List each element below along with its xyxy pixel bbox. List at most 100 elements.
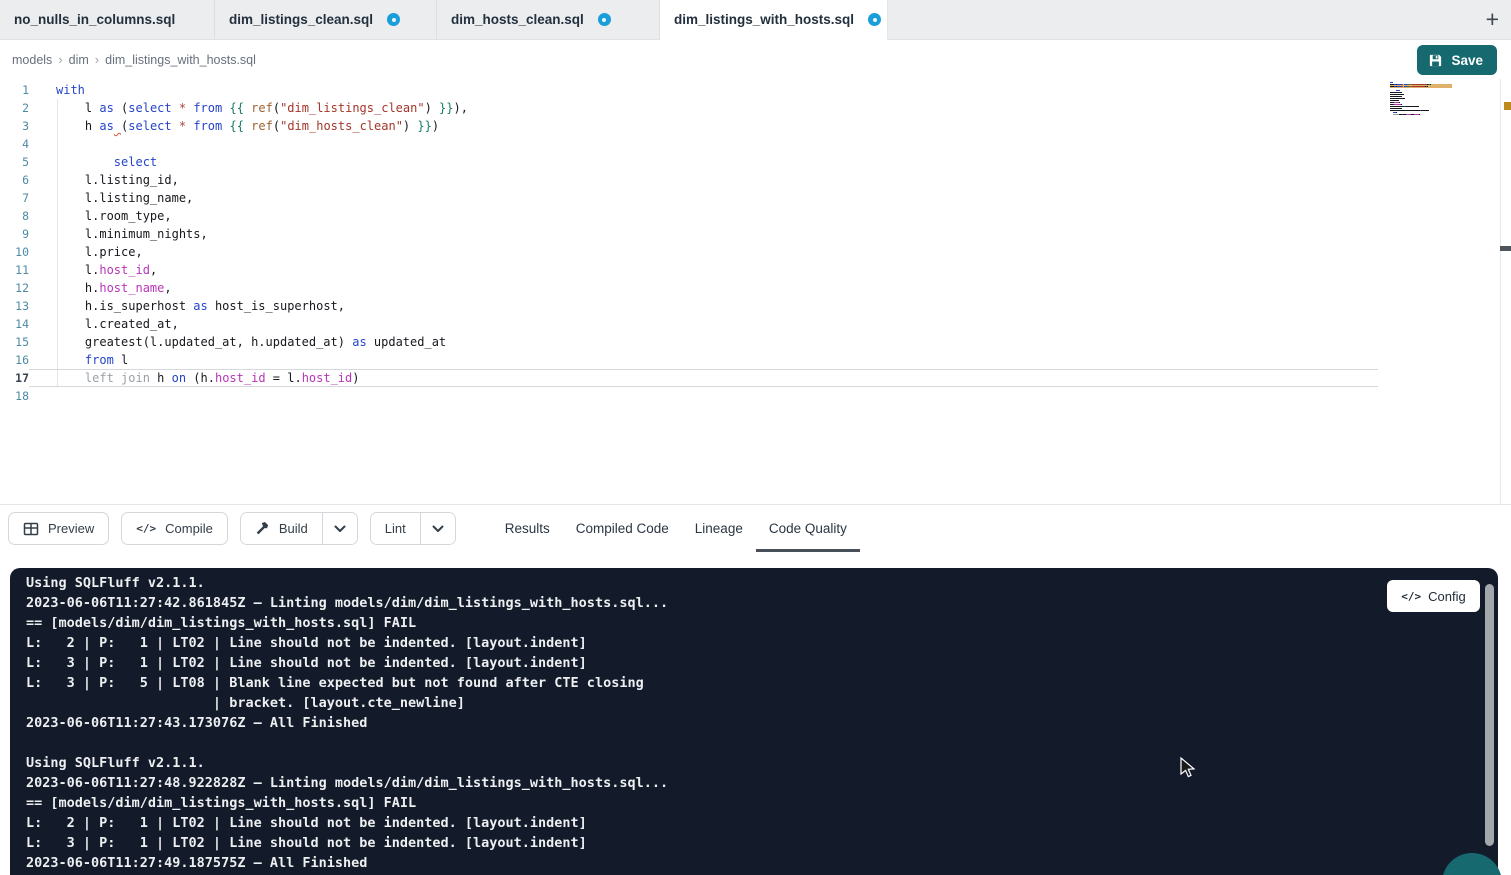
code-line[interactable]: 2 l as (select * from {{ ref("dim_listin… [0,99,1378,117]
code-text: h.is_superhost as host_is_superhost, [29,297,1378,315]
line-number: 5 [0,153,29,171]
code-line[interactable]: 18 [0,387,1378,405]
code-line[interactable]: 12 h.host_name, [0,279,1378,297]
file-tab-label: dim_listings_with_hosts.sql [674,12,854,27]
line-number: 13 [0,297,29,315]
line-number: 1 [0,81,29,99]
code-line[interactable]: 8 l.room_type, [0,207,1378,225]
breadcrumb-item[interactable]: models [12,53,52,67]
unsaved-dot-icon [868,13,881,26]
code-line[interactable]: 14 l.created_at, [0,315,1378,333]
code-line[interactable]: 10 l.price, [0,243,1378,261]
build-dropdown-chevron-icon[interactable] [322,513,357,544]
code-line[interactable]: 9 l.minimum_nights, [0,225,1378,243]
code-editor[interactable]: 1with2 l as (select * from {{ ref("dim_l… [0,79,1511,504]
line-number: 9 [0,225,29,243]
line-number: 2 [0,99,29,117]
code-text: left join h on (h.host_id = l.host_id) [29,369,1378,387]
code-text: l.listing_name, [29,189,1378,207]
code-line[interactable]: 4 [0,135,1378,153]
code-text: greatest(l.updated_at, h.updated_at) as … [29,333,1378,351]
code-text: with [29,81,1378,99]
minimap[interactable] [1390,82,1452,118]
compile-button[interactable]: </> Compile [121,512,228,545]
line-number: 17 [0,369,29,387]
code-line[interactable]: 15 greatest(l.updated_at, h.updated_at) … [0,333,1378,351]
lint-button[interactable]: Lint [371,513,420,544]
file-tab-label: no_nulls_in_columns.sql [14,12,175,27]
lint-warning-marker [1504,102,1511,110]
file-tab[interactable]: dim_hosts_clean.sql [437,0,660,39]
line-number: 11 [0,261,29,279]
result-tab-code-quality[interactable]: Code Quality [756,505,860,552]
compile-label: Compile [165,521,213,536]
code-icon: </> [136,522,156,535]
editor-scroll-track[interactable] [1500,79,1511,504]
code-text: l.room_type, [29,207,1378,225]
lint-dropdown-chevron-icon[interactable] [420,513,455,544]
code-text: h as (select * from {{ ref("dim_hosts_cl… [29,117,1378,135]
line-number: 18 [0,387,29,405]
preview-button[interactable]: Preview [8,512,109,545]
file-tabs: no_nulls_in_columns.sql dim_listings_clea… [0,0,888,39]
breadcrumb: models › dim › dim_listings_with_hosts.sql [12,52,256,67]
code-line[interactable]: 7 l.listing_name, [0,189,1378,207]
code-text: l.host_id, [29,261,1378,279]
code-line[interactable]: 3 h as (select * from {{ ref("dim_hosts_… [0,117,1378,135]
unsaved-dot-icon [387,13,400,26]
code-text: h.host_name, [29,279,1378,297]
code-line[interactable]: 5 select [0,153,1378,171]
line-number: 8 [0,207,29,225]
code-line[interactable]: 17 left join h on (h.host_id = l.host_id… [0,369,1378,387]
terminal-output: Using SQLFluff v2.1.1. 2023-06-06T11:27:… [26,573,668,873]
file-tab-label: dim_listings_clean.sql [229,12,373,27]
code-text: select [29,153,1378,171]
code-line[interactable]: 1with [0,81,1378,99]
terminal-panel: Using SQLFluff v2.1.1. 2023-06-06T11:27:… [10,568,1498,875]
terminal-scroll-thumb[interactable] [1485,584,1494,846]
hammer-icon [255,521,270,536]
file-tab[interactable]: dim_listings_with_hosts.sql [660,0,888,40]
code-text [29,135,1378,153]
breadcrumb-item[interactable]: dim [69,53,89,67]
code-line[interactable]: 11 l.host_id, [0,261,1378,279]
new-tab-button[interactable]: + [1486,5,1499,33]
code-text: l.listing_id, [29,171,1378,189]
result-tab-compiled-code[interactable]: Compiled Code [563,505,682,552]
code-lines: 1with2 l as (select * from {{ ref("dim_l… [0,81,1378,405]
file-tab[interactable]: dim_listings_clean.sql [215,0,437,39]
config-button[interactable]: </> Config [1387,580,1480,612]
code-text: l.created_at, [29,315,1378,333]
lint-split-button: Lint [370,512,456,545]
save-icon [1428,53,1443,68]
code-text [29,387,1378,405]
save-button[interactable]: Save [1417,45,1497,75]
build-label: Build [279,521,308,536]
line-number: 14 [0,315,29,333]
line-number: 10 [0,243,29,261]
line-number: 15 [0,333,29,351]
code-icon: </> [1401,590,1421,603]
line-number: 4 [0,135,29,153]
build-button[interactable]: Build [241,513,322,544]
result-tab-lineage[interactable]: Lineage [682,505,756,552]
config-label: Config [1428,589,1466,604]
breadcrumb-bar: models › dim › dim_listings_with_hosts.sql S… [0,40,1511,79]
breadcrumb-separator: › [58,52,62,67]
file-tab-label: dim_hosts_clean.sql [451,12,584,27]
result-tab-results[interactable]: Results [492,505,563,552]
line-number: 16 [0,351,29,369]
preview-label: Preview [48,521,94,536]
editor-scroll-thumb[interactable] [1500,246,1511,251]
breadcrumb-separator: › [95,52,99,67]
lint-label: Lint [385,521,406,536]
line-number: 6 [0,171,29,189]
code-text: l.price, [29,243,1378,261]
code-line[interactable]: 16 from l [0,351,1378,369]
file-tab[interactable]: no_nulls_in_columns.sql [0,0,215,39]
code-line[interactable]: 6 l.listing_id, [0,171,1378,189]
code-text: l.minimum_nights, [29,225,1378,243]
breadcrumb-item[interactable]: dim_listings_with_hosts.sql [105,53,256,67]
code-line[interactable]: 13 h.is_superhost as host_is_superhost, [0,297,1378,315]
line-number: 3 [0,117,29,135]
